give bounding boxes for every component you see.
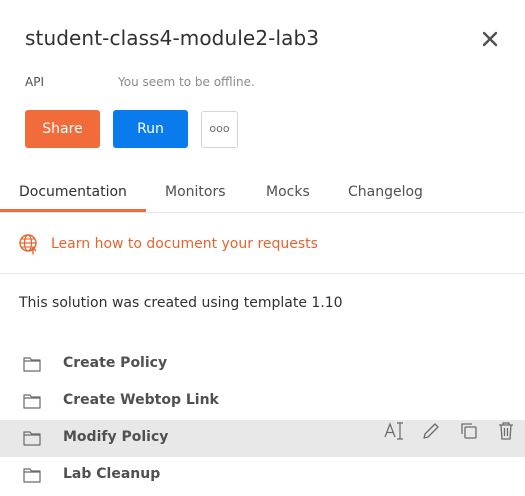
- folder-icon: [23, 430, 41, 446]
- folder-icon: [23, 467, 41, 483]
- tab-bar: Documentation Monitors Mocks Changelog: [0, 176, 525, 213]
- delete-icon[interactable]: [495, 420, 517, 442]
- offline-status: You seem to be offline.: [118, 75, 255, 89]
- folder-label: Create Webtop Link: [63, 392, 219, 408]
- tab-mocks[interactable]: Mocks: [266, 184, 310, 200]
- folder-row-lab-cleanup[interactable]: Lab Cleanup: [0, 457, 525, 494]
- tab-documentation[interactable]: Documentation: [19, 184, 127, 200]
- close-icon[interactable]: [478, 27, 502, 51]
- folder-label: Lab Cleanup: [63, 466, 161, 482]
- folder-row-create-policy[interactable]: Create Policy: [0, 346, 525, 383]
- folder-icon: [23, 356, 41, 372]
- edit-icon[interactable]: [420, 420, 442, 442]
- learn-documentation-link[interactable]: Learn how to document your requests: [51, 236, 318, 252]
- tab-changelog[interactable]: Changelog: [348, 184, 423, 200]
- active-tab-indicator: [0, 209, 146, 212]
- more-options-button[interactable]: ooo: [201, 111, 238, 148]
- tab-monitors[interactable]: Monitors: [165, 184, 226, 200]
- rename-icon[interactable]: [383, 420, 405, 442]
- duplicate-icon[interactable]: [458, 420, 480, 442]
- folder-label: Modify Policy: [63, 429, 169, 445]
- share-button[interactable]: Share: [25, 110, 100, 148]
- collection-header: student-class4-module2-lab3: [0, 0, 525, 80]
- folder-row-modify-policy[interactable]: Modify Policy: [0, 420, 525, 457]
- collection-description: This solution was created using template…: [19, 295, 343, 311]
- folder-icon: [23, 393, 41, 409]
- collection-title: student-class4-module2-lab3: [25, 26, 320, 50]
- folder-label: Create Policy: [63, 355, 168, 371]
- folder-row-create-webtop-link[interactable]: Create Webtop Link: [0, 383, 525, 420]
- run-button[interactable]: Run: [113, 110, 188, 148]
- collection-type: API: [25, 75, 44, 89]
- globe-icon: [18, 233, 40, 255]
